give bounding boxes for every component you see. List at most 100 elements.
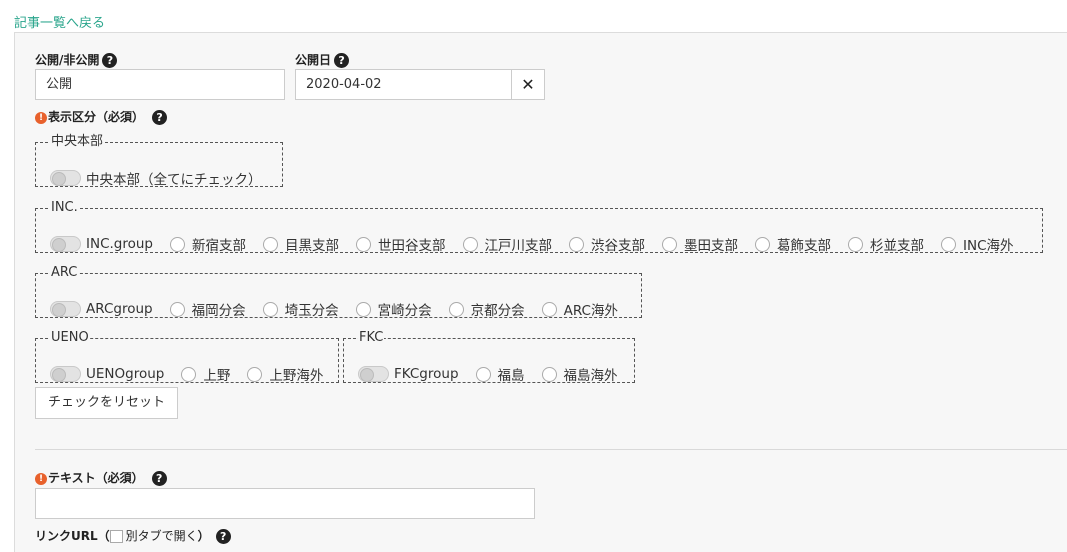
radio-option[interactable]: ARC海外 — [541, 299, 618, 319]
radio-button[interactable] — [569, 236, 585, 252]
option-label: 渋谷支部 — [591, 238, 646, 254]
radio-button[interactable] — [181, 366, 197, 382]
toggle-label: UENOgroup — [86, 366, 165, 382]
radio-option[interactable]: 福島海外 — [541, 364, 618, 384]
radio-button[interactable] — [355, 301, 371, 317]
radio-button[interactable] — [448, 301, 464, 317]
radio-option[interactable]: 杉並支部 — [848, 234, 924, 254]
option-label: 江戸川支部 — [484, 238, 553, 254]
option-label: INC海外 — [963, 238, 1014, 254]
radio-option[interactable]: 福岡分会 — [169, 299, 246, 319]
group-inc-legend: INC. — [51, 200, 78, 215]
radio-button[interactable] — [262, 301, 278, 317]
radio-option[interactable]: 上野海外 — [247, 364, 323, 384]
toggle-fkc-group[interactable]: FKCgroup — [358, 366, 459, 382]
publish-label: 公開/非公開 — [35, 53, 100, 67]
radio-button[interactable] — [848, 236, 864, 252]
toggle-ueno-group[interactable]: UENOgroup — [50, 366, 164, 382]
radio-button[interactable] — [541, 366, 557, 382]
option-label: 福岡分会 — [191, 303, 246, 319]
option-label: 墨田支部 — [684, 238, 739, 254]
article-form-panel: 公開/非公開? 公開 公開日? 2020-04-02 ✕ ! 表示区分（必須）? … — [14, 32, 1067, 552]
radio-button[interactable] — [662, 236, 678, 252]
radio-button[interactable] — [263, 236, 279, 252]
group-inc: INC. INC.group 新宿支部 目黒支部 世田谷支部 江戸川支部 渋谷支… — [35, 200, 1043, 254]
radio-button[interactable] — [169, 301, 185, 317]
radio-option[interactable]: 墨田支部 — [662, 234, 738, 254]
option-label: 上野 — [203, 368, 231, 384]
text-label-row: ! テキスト（必須）? — [35, 469, 167, 486]
publish-value: 公開 — [46, 77, 73, 92]
radio-option[interactable]: 上野 — [181, 364, 230, 384]
radio-option[interactable]: 京都分会 — [448, 299, 525, 319]
group-ueno: UENO UENOgroup 上野 上野海外 — [35, 330, 339, 384]
clear-date-button[interactable]: ✕ — [511, 69, 545, 100]
radio-option[interactable]: 江戸川支部 — [462, 234, 553, 254]
radio-button[interactable] — [475, 366, 491, 382]
radio-option[interactable]: INC海外 — [941, 234, 1014, 254]
toggle-switch[interactable] — [50, 170, 81, 186]
group-fkc: FKC FKCgroup 福島 福島海外 — [343, 330, 635, 384]
option-label: 福島 — [497, 368, 525, 384]
radio-button[interactable] — [541, 301, 557, 317]
publish-select[interactable]: 公開 — [35, 69, 285, 100]
link-url-label: リンクURL（ — [35, 529, 110, 543]
toggle-inc-group[interactable]: INC.group — [50, 236, 153, 252]
new-tab-checkbox[interactable] — [109, 530, 123, 543]
section-divider — [35, 449, 1067, 450]
radio-option[interactable]: 世田谷支部 — [356, 234, 446, 254]
display-section-label-row: ! 表示区分（必須）? — [35, 108, 168, 125]
radio-option[interactable]: 葛飾支部 — [755, 234, 831, 254]
publish-label-row: 公開/非公開? — [35, 51, 118, 68]
exclamation-circle-icon: ! — [35, 111, 47, 124]
toggle-chuo-all[interactable]: 中央本部（全てにチェック） — [50, 168, 262, 188]
toggle-switch[interactable] — [358, 366, 389, 382]
radio-button[interactable] — [356, 236, 372, 252]
radio-button[interactable] — [941, 236, 957, 252]
toggle-label: ARCgroup — [86, 301, 153, 317]
reset-checks-button[interactable]: チェックをリセット — [35, 387, 179, 419]
exclamation-circle-icon: ! — [35, 472, 47, 485]
option-label: 杉並支部 — [870, 238, 925, 254]
link-url-label-suffix: ） — [197, 529, 210, 543]
link-url-label-row: リンクURL（ 別タブで開く）? — [35, 527, 231, 544]
radio-button[interactable] — [755, 236, 771, 252]
radio-option[interactable]: 宮崎分会 — [355, 299, 432, 319]
option-label: ARC海外 — [563, 303, 618, 319]
back-to-list-link[interactable]: 記事一覧へ戻る — [14, 12, 105, 31]
group-fkc-legend: FKC — [359, 330, 384, 345]
radio-button[interactable] — [170, 236, 186, 252]
radio-option[interactable]: 福島 — [475, 364, 525, 384]
question-circle-icon[interactable]: ? — [151, 471, 167, 486]
publish-date-input[interactable]: 2020-04-02 — [295, 69, 512, 100]
text-label: テキスト（必須） — [48, 471, 144, 485]
radio-option[interactable]: 目黒支部 — [263, 234, 339, 254]
question-circle-icon[interactable]: ? — [215, 529, 231, 544]
toggle-label: FKCgroup — [394, 366, 459, 382]
option-label: 京都分会 — [470, 303, 525, 319]
publish-date-label-row: 公開日? — [295, 51, 350, 68]
toggle-switch[interactable] — [50, 236, 81, 252]
radio-button[interactable] — [247, 366, 263, 382]
text-input[interactable] — [35, 488, 535, 519]
publish-date-value: 2020-04-02 — [306, 77, 382, 92]
question-circle-icon[interactable]: ? — [102, 53, 118, 68]
question-circle-icon[interactable]: ? — [334, 53, 350, 68]
option-label: 埼玉分会 — [284, 303, 339, 319]
option-label: 上野海外 — [269, 368, 324, 384]
toggle-label: INC.group — [86, 236, 154, 252]
group-arc: ARC ARCgroup 福岡分会 埼玉分会 宮崎分会 京都分会 ARC海外 — [35, 265, 642, 319]
toggle-arc-group[interactable]: ARCgroup — [50, 301, 153, 317]
toggle-switch[interactable] — [50, 301, 81, 317]
group-arc-legend: ARC — [51, 265, 78, 280]
radio-button[interactable] — [462, 236, 478, 252]
option-label: 目黒支部 — [285, 238, 340, 254]
radio-option[interactable]: 新宿支部 — [170, 234, 246, 254]
option-label: 葛飾支部 — [777, 238, 832, 254]
toggle-switch[interactable] — [50, 366, 81, 382]
group-ueno-legend: UENO — [51, 330, 89, 345]
question-circle-icon[interactable]: ? — [152, 110, 168, 125]
option-label: 福島海外 — [563, 368, 618, 384]
radio-option[interactable]: 渋谷支部 — [569, 234, 645, 254]
radio-option[interactable]: 埼玉分会 — [262, 299, 339, 319]
